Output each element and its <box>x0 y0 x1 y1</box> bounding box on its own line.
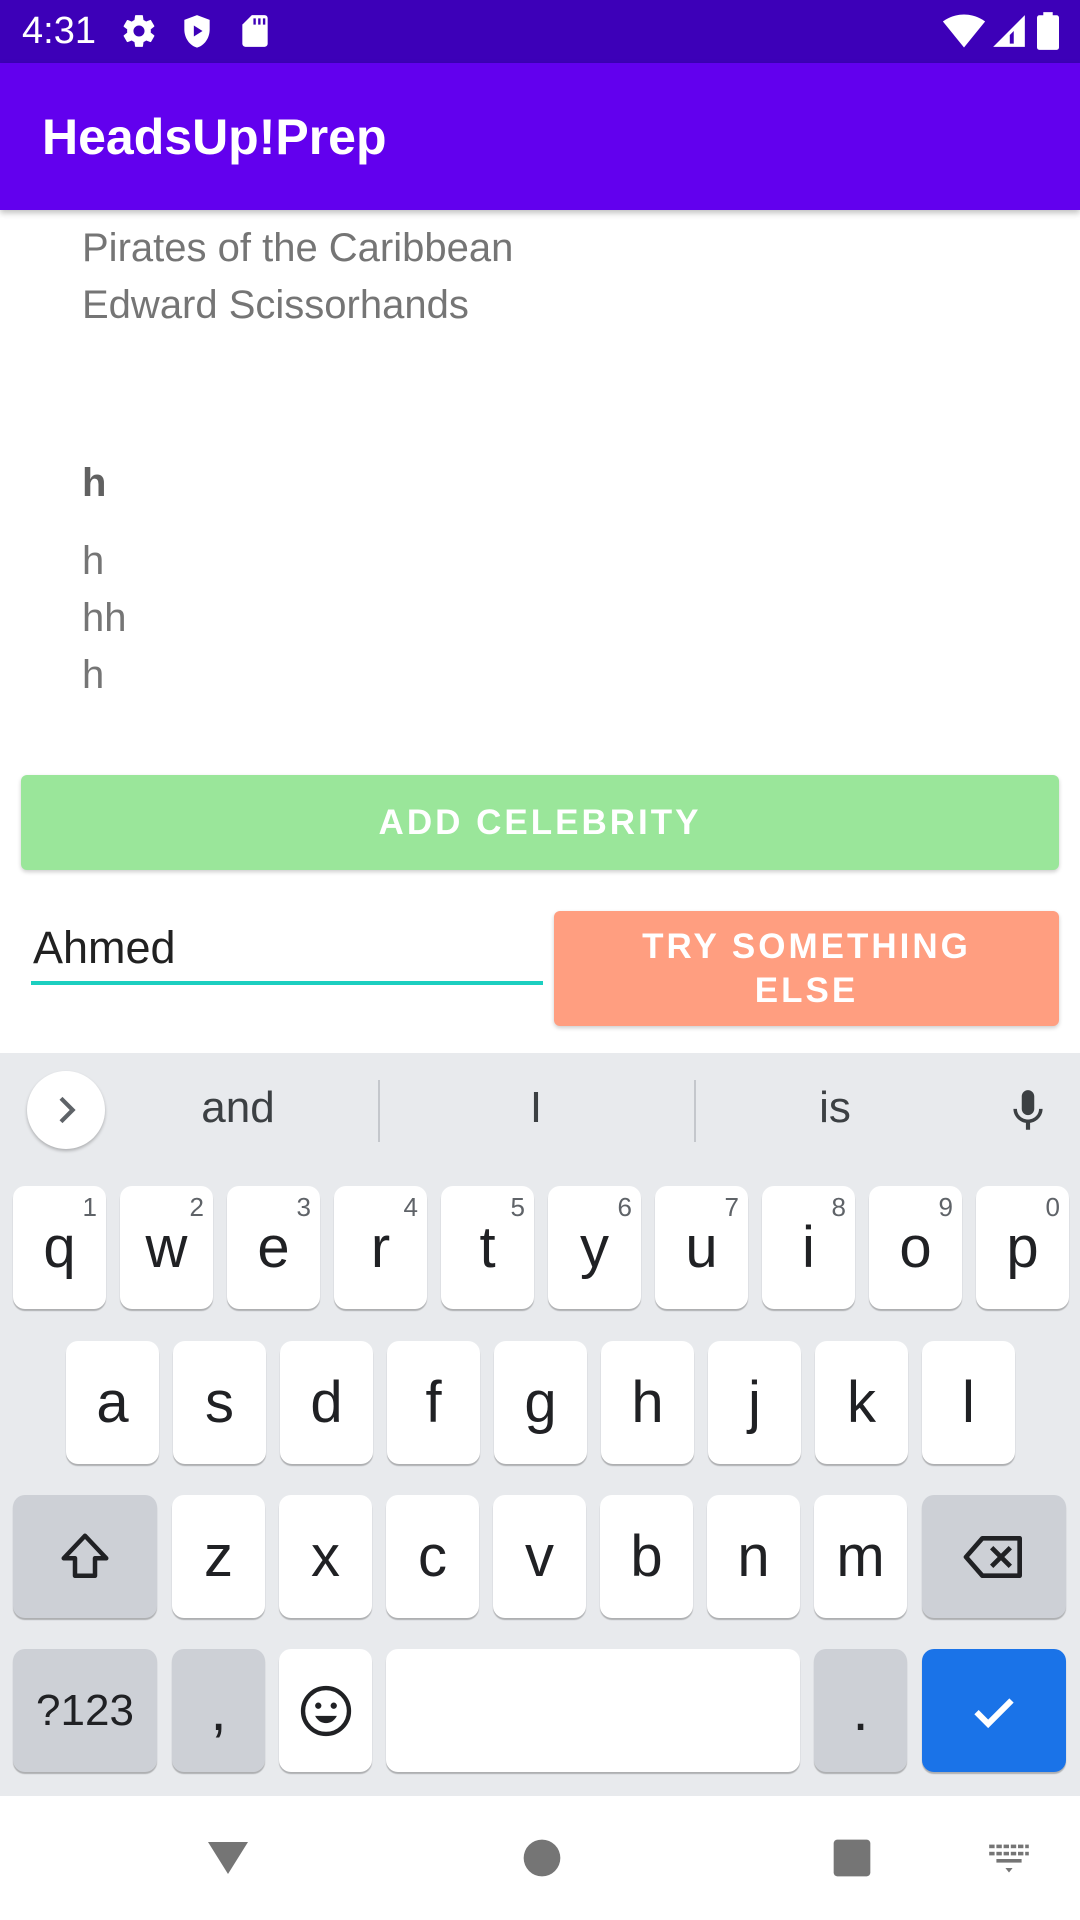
emoji-key[interactable] <box>279 1649 372 1772</box>
shield-play-icon <box>178 12 216 50</box>
key-x[interactable]: x <box>279 1495 372 1618</box>
list-item: Pirates of the Caribbean <box>82 226 514 270</box>
key-w[interactable]: w2 <box>120 1186 213 1309</box>
key-hint: 1 <box>82 1192 97 1222</box>
key-k[interactable]: k <box>815 1341 908 1464</box>
key-q[interactable]: q1 <box>13 1186 106 1309</box>
list-item: Edward Scissorhands <box>82 283 469 327</box>
suggestion-item[interactable]: and <box>138 1083 338 1133</box>
key-hint: 7 <box>724 1192 739 1222</box>
navigation-bar <box>0 1796 1080 1920</box>
key-j[interactable]: j <box>708 1341 801 1464</box>
key-label: r <box>370 1215 391 1280</box>
backspace-key[interactable] <box>922 1495 1066 1618</box>
expand-suggestions-button[interactable] <box>27 1071 105 1149</box>
suggestion-item[interactable]: is <box>735 1083 935 1133</box>
list-item: h <box>82 539 105 583</box>
signal-icon <box>990 12 1028 50</box>
list-item: hh <box>82 596 127 640</box>
period-key[interactable]: . <box>814 1649 907 1772</box>
app-bar: HeadsUp!Prep <box>0 63 1080 210</box>
key-label: y <box>580 1215 609 1280</box>
key-hint: 4 <box>403 1192 418 1222</box>
key-g[interactable]: g <box>494 1341 587 1464</box>
space-key[interactable] <box>386 1649 800 1772</box>
key-v[interactable]: v <box>493 1495 586 1618</box>
status-time: 4:31 <box>22 10 96 52</box>
key-z[interactable]: z <box>172 1495 265 1618</box>
key-p[interactable]: p0 <box>976 1186 1069 1309</box>
key-d[interactable]: d <box>280 1341 373 1464</box>
screen: 4:31 HeadsUp!Prep Pirates of the Caribbe… <box>0 0 1080 1920</box>
key-l[interactable]: l <box>922 1341 1015 1464</box>
status-bar: 4:31 <box>0 0 1080 63</box>
shift-icon <box>61 1533 109 1578</box>
emoji-icon <box>300 1685 351 1736</box>
key-label: p <box>1006 1215 1039 1280</box>
suggestion-divider <box>694 1080 696 1142</box>
key-h[interactable]: h <box>601 1341 694 1464</box>
key-u[interactable]: u7 <box>655 1186 748 1309</box>
add-celebrity-button[interactable]: ADD CELEBRITY <box>21 775 1059 870</box>
gear-icon <box>120 12 158 50</box>
checkmark-icon <box>974 1697 1014 1728</box>
key-o[interactable]: o9 <box>869 1186 962 1309</box>
chevron-right-icon <box>59 1096 76 1124</box>
key-label: w <box>145 1215 188 1280</box>
key-label: e <box>257 1215 290 1280</box>
key-y[interactable]: y6 <box>548 1186 641 1309</box>
key-i[interactable]: i8 <box>762 1186 855 1309</box>
symbols-key[interactable]: ?123 <box>13 1649 157 1772</box>
key-label: t <box>479 1215 496 1280</box>
key-label: o <box>899 1215 932 1280</box>
key-hint: 0 <box>1045 1192 1060 1222</box>
key-label: u <box>685 1215 718 1280</box>
home-icon[interactable] <box>518 1834 566 1882</box>
key-hint: 3 <box>296 1192 311 1222</box>
sd-card-icon <box>236 12 274 50</box>
back-icon[interactable] <box>204 1834 252 1882</box>
key-hint: 9 <box>938 1192 953 1222</box>
battery-icon <box>1034 12 1062 50</box>
key-c[interactable]: c <box>386 1495 479 1618</box>
key-n[interactable]: n <box>707 1495 800 1618</box>
key-label: q <box>43 1215 76 1280</box>
key-hint: 5 <box>510 1192 525 1222</box>
suggestion-item[interactable]: I <box>436 1083 636 1133</box>
key-b[interactable]: b <box>600 1495 693 1618</box>
soft-keyboard: and I is q1w2e3r4t5y6u7i8o9p0 asdfghjkl … <box>0 1053 1080 1796</box>
recents-icon[interactable] <box>828 1834 876 1882</box>
key-hint: 6 <box>617 1192 632 1222</box>
key-hint: 2 <box>189 1192 204 1222</box>
mic-icon[interactable] <box>1003 1083 1053 1139</box>
suggestion-divider <box>378 1080 380 1142</box>
key-m[interactable]: m <box>814 1495 907 1618</box>
enter-key[interactable] <box>922 1649 1066 1772</box>
section-title: h <box>82 461 107 505</box>
backspace-icon <box>963 1535 1023 1578</box>
key-f[interactable]: f <box>387 1341 480 1464</box>
list-item: h <box>82 653 105 697</box>
key-s[interactable]: s <box>173 1341 266 1464</box>
keyboard-switch-icon[interactable] <box>985 1839 1033 1879</box>
wifi-icon <box>942 12 986 50</box>
celebrity-name-input[interactable] <box>31 915 543 985</box>
key-hint: 8 <box>831 1192 846 1222</box>
key-e[interactable]: e3 <box>227 1186 320 1309</box>
suggestion-bar: and I is <box>0 1053 1080 1167</box>
key-label: i <box>802 1215 815 1280</box>
app-title: HeadsUp!Prep <box>42 109 387 165</box>
try-something-else-button[interactable]: TRY SOMETHING ELSE <box>554 911 1059 1026</box>
comma-key[interactable]: , <box>172 1649 265 1772</box>
key-t[interactable]: t5 <box>441 1186 534 1309</box>
key-r[interactable]: r4 <box>334 1186 427 1309</box>
shift-key[interactable] <box>13 1495 157 1618</box>
key-a[interactable]: a <box>66 1341 159 1464</box>
